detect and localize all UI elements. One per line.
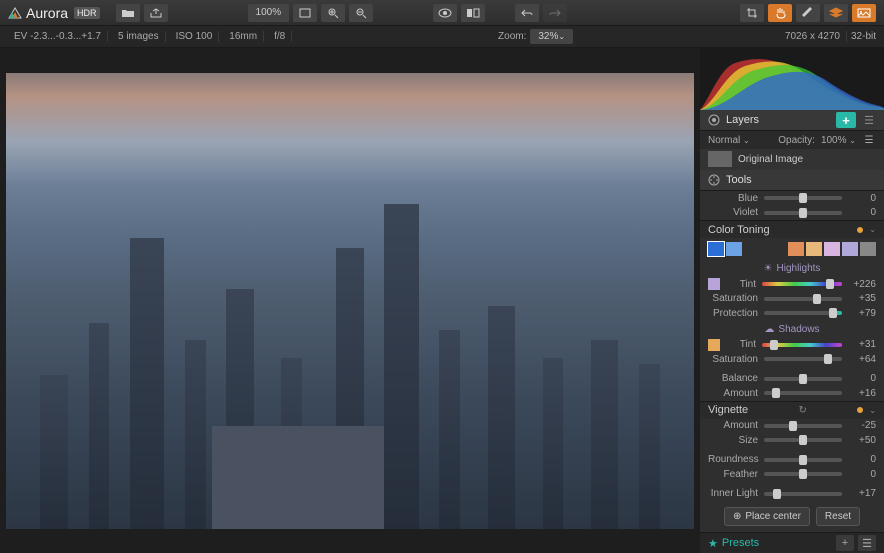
- compare-button[interactable]: [461, 4, 485, 22]
- footer-add-button[interactable]: +: [836, 535, 854, 551]
- swatch-4[interactable]: [806, 242, 822, 256]
- vignette-size-slider[interactable]: Size +50: [700, 433, 884, 448]
- swatch-6[interactable]: [842, 242, 858, 256]
- zoom-dropdown[interactable]: 32% ⌄: [530, 29, 573, 44]
- layers-button[interactable]: [824, 4, 848, 22]
- amount-slider[interactable]: Amount +16: [700, 386, 884, 401]
- active-dot-icon: [857, 407, 863, 413]
- footer-menu-button[interactable]: ☰: [858, 535, 876, 551]
- layers-title: Layers: [726, 114, 759, 126]
- dimensions-info: 7026 x 4270: [779, 31, 847, 42]
- zoom-in-button[interactable]: [321, 4, 345, 22]
- crop-button[interactable]: [740, 4, 764, 22]
- brush-button[interactable]: [796, 4, 820, 22]
- images-count: 5 images: [112, 31, 166, 42]
- shadows-subheader: ☁ Shadows: [700, 321, 884, 338]
- balance-slider[interactable]: Balance 0: [700, 372, 884, 387]
- ev-info: EV -2.3...-0.3...+1.7: [8, 31, 108, 42]
- iso-info: ISO 100: [170, 31, 220, 42]
- zoom-label: Zoom:: [498, 31, 526, 42]
- open-button[interactable]: [116, 4, 140, 22]
- app-logo: Aurora HDR: [8, 5, 100, 21]
- layer-name: Original Image: [738, 154, 803, 165]
- vignette-roundness-slider[interactable]: Roundness 0: [700, 452, 884, 467]
- fit-button[interactable]: [293, 4, 317, 22]
- layer-thumbnail: [708, 151, 732, 167]
- star-icon: ★: [708, 537, 718, 550]
- tint-swatch: [708, 278, 720, 290]
- bitdepth-info: 32-bit: [851, 31, 876, 42]
- highlights-saturation-slider[interactable]: Saturation +35: [700, 292, 884, 307]
- swatch-3[interactable]: [788, 242, 804, 256]
- image-button[interactable]: [852, 4, 876, 22]
- hand-button[interactable]: [768, 4, 792, 22]
- layer-menu-button[interactable]: ☰: [862, 114, 876, 127]
- vignette-feather-slider[interactable]: Feather 0: [700, 467, 884, 482]
- violet-slider[interactable]: Violet 0: [700, 206, 884, 221]
- blue-slider[interactable]: Blue 0: [700, 191, 884, 206]
- vignette-amount-slider[interactable]: Amount -25: [700, 419, 884, 434]
- app-name: Aurora: [26, 5, 68, 21]
- app-badge: HDR: [74, 7, 100, 19]
- vignette-header[interactable]: Vignette ↻ ⌄: [700, 401, 884, 419]
- redo-button[interactable]: [543, 4, 567, 22]
- preview-button[interactable]: [433, 4, 457, 22]
- tools-icon: [708, 174, 720, 186]
- vignette-innerlight-slider[interactable]: Inner Light +17: [700, 486, 884, 501]
- swatch-2[interactable]: [726, 242, 742, 256]
- highlights-protection-slider[interactable]: Protection +79: [700, 306, 884, 321]
- zoom-out-button[interactable]: [349, 4, 373, 22]
- toning-swatches: [700, 238, 884, 260]
- highlights-subheader: ☀ Highlights: [700, 260, 884, 277]
- sun-icon: ☀: [764, 263, 773, 274]
- color-toning-header[interactable]: Color Toning ⌄: [700, 220, 884, 238]
- chevron-down-icon: ⌄: [869, 225, 876, 234]
- opacity-value[interactable]: 100% ⌄: [821, 135, 856, 146]
- blend-mode-select[interactable]: Normal ⌄: [708, 135, 750, 146]
- opacity-label: Opacity:: [778, 135, 815, 146]
- layer-options-button[interactable]: ☰: [862, 135, 876, 146]
- tools-title: Tools: [726, 174, 752, 186]
- chevron-down-icon: ⌄: [869, 406, 876, 415]
- focal-info: 16mm: [223, 31, 264, 42]
- undo-button[interactable]: [515, 4, 539, 22]
- aperture-info: f/8: [268, 31, 292, 42]
- highlights-tint-slider[interactable]: Tint +226: [700, 277, 884, 292]
- layer-item-original[interactable]: Original Image: [700, 149, 884, 170]
- export-button[interactable]: [144, 4, 168, 22]
- reset-icon[interactable]: ↻: [799, 405, 807, 416]
- layers-icon: [708, 114, 720, 126]
- canvas-area[interactable]: [0, 48, 700, 553]
- swatch-7[interactable]: [860, 242, 876, 256]
- add-layer-button[interactable]: +: [836, 112, 856, 128]
- shadows-tint-slider[interactable]: Tint +31: [700, 338, 884, 353]
- presets-button[interactable]: ★ Presets: [708, 537, 759, 550]
- reset-button[interactable]: Reset: [816, 507, 860, 526]
- zoom-100-button[interactable]: 100%: [248, 4, 290, 22]
- histogram[interactable]: [700, 48, 884, 110]
- cloud-icon: ☁: [764, 324, 774, 335]
- swatch-5[interactable]: [824, 242, 840, 256]
- photo-preview: [6, 73, 694, 529]
- tint-swatch: [708, 339, 720, 351]
- target-icon: ⊕: [733, 511, 741, 522]
- place-center-button[interactable]: ⊕Place center: [724, 507, 810, 526]
- shadows-saturation-slider[interactable]: Saturation +64: [700, 352, 884, 367]
- swatch-1[interactable]: [708, 242, 724, 256]
- active-dot-icon: [857, 227, 863, 233]
